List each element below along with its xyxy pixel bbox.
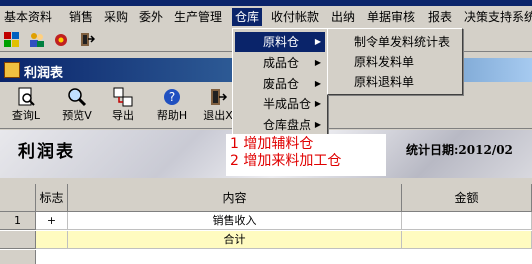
- users-icon[interactable]: [28, 31, 45, 48]
- annotation-note: 1 增加辅料仓 2 增加来料加工仓: [226, 134, 386, 176]
- row-number: 1: [0, 212, 36, 230]
- help-label: 帮助H: [156, 109, 188, 122]
- menu-item-semi-finished[interactable]: 半成品仓 ▶: [235, 94, 325, 114]
- cell-amount[interactable]: [402, 212, 532, 230]
- menu-item-label: 废品仓: [263, 77, 300, 91]
- total-row-header: [0, 231, 36, 249]
- query-label: 查询L: [11, 109, 41, 122]
- help-button[interactable]: ? 帮助H: [152, 85, 192, 127]
- cell-flag[interactable]: +: [36, 212, 68, 230]
- submenu-arrow-icon: ▶: [314, 99, 321, 108]
- menu-item-label: 半成品仓: [263, 97, 312, 111]
- submenu-arrow-icon: ▶: [314, 79, 321, 88]
- total-cell-amount[interactable]: [402, 231, 532, 249]
- submenu-arrow-icon: ▶: [314, 58, 321, 67]
- menu-item-issue-slip[interactable]: 原料发料单: [330, 52, 460, 72]
- menu-reports[interactable]: 报表: [425, 8, 455, 26]
- query-button[interactable]: 查询L: [6, 85, 46, 127]
- modules-icon[interactable]: [3, 31, 20, 48]
- menu-item-return-slip[interactable]: 原料退料单: [330, 72, 460, 92]
- menu-production[interactable]: 生产管理: [171, 8, 225, 26]
- report-window-title: 利润表: [24, 66, 64, 81]
- raw-material-submenu: 制令单发料统计表 原料发料单 原料退料单: [327, 28, 463, 95]
- menu-item-scrap[interactable]: 废品仓 ▶: [235, 74, 325, 94]
- submenu-arrow-icon: ▶: [314, 37, 321, 46]
- report-window-icon: [4, 62, 20, 78]
- total-label[interactable]: 合计: [68, 231, 402, 249]
- menu-receivables[interactable]: 收付帐款: [268, 8, 322, 26]
- magnifier-icon: [68, 88, 87, 107]
- help-icon: ?: [164, 89, 180, 105]
- menu-doc-review[interactable]: 单据审核: [364, 8, 418, 26]
- menu-item-label: 仓库盘点: [263, 118, 312, 132]
- warehouse-menu: 原料仓 ▶ 成品仓 ▶ 废品仓 ▶ 半成品仓 ▶ 仓库盘点 ▶: [232, 28, 328, 138]
- export-label: 导出: [112, 109, 134, 122]
- menu-decision[interactable]: 决策支持系统: [461, 8, 532, 26]
- exit-icon[interactable]: [78, 31, 95, 48]
- col-header-amount: 金额: [402, 184, 532, 212]
- menu-sales[interactable]: 销售: [66, 8, 96, 26]
- menu-item-label: 原料仓: [263, 35, 300, 49]
- submenu-arrow-icon: ▶: [314, 120, 321, 129]
- export-button[interactable]: 导出: [103, 85, 143, 127]
- menu-item-issue-stats[interactable]: 制令单发料统计表: [330, 32, 460, 52]
- col-header-content: 内容: [68, 184, 402, 212]
- row-header-corner: [0, 184, 36, 212]
- svg-text:?: ?: [169, 90, 175, 104]
- report-grid: 标志 内容 金额 1 + 销售收入 合计: [0, 184, 532, 264]
- report-date: 统计日期:2012/02: [406, 143, 513, 157]
- total-cell-flag[interactable]: [36, 231, 68, 249]
- report-heading: 利润表: [18, 142, 75, 162]
- annotation-line: 1 增加辅料仓: [230, 136, 314, 152]
- col-header-flag: 标志: [36, 184, 68, 212]
- tools-icon[interactable]: [53, 31, 70, 48]
- menu-item-raw-material[interactable]: 原料仓 ▶: [235, 32, 325, 52]
- door-exit-icon: [211, 89, 228, 105]
- menu-basic-info[interactable]: 基本资料: [1, 8, 55, 26]
- cell-content[interactable]: 销售收入: [68, 212, 402, 230]
- menu-item-label: 成品仓: [263, 56, 300, 70]
- menu-item-stocktake[interactable]: 仓库盘点 ▶: [235, 115, 325, 135]
- row-header-filler: [0, 250, 36, 264]
- menu-cashier[interactable]: 出纳: [328, 8, 358, 26]
- preview-label: 预览V: [62, 109, 92, 122]
- annotation-line: 2 增加来料加工仓: [230, 153, 342, 169]
- preview-button[interactable]: 预览V: [57, 85, 97, 127]
- menu-outsourcing[interactable]: 委外: [136, 8, 166, 26]
- export-icon: [113, 87, 133, 107]
- menu-warehouse[interactable]: 仓库: [232, 8, 263, 26]
- menu-purchase[interactable]: 采购: [101, 8, 131, 26]
- query-icon: [18, 87, 35, 106]
- menu-item-finished-goods[interactable]: 成品仓 ▶: [235, 53, 325, 73]
- main-menubar: 基本资料 销售 采购 委外 生产管理 仓库 收付帐款 出纳 单据审核 报表 决策…: [0, 6, 532, 28]
